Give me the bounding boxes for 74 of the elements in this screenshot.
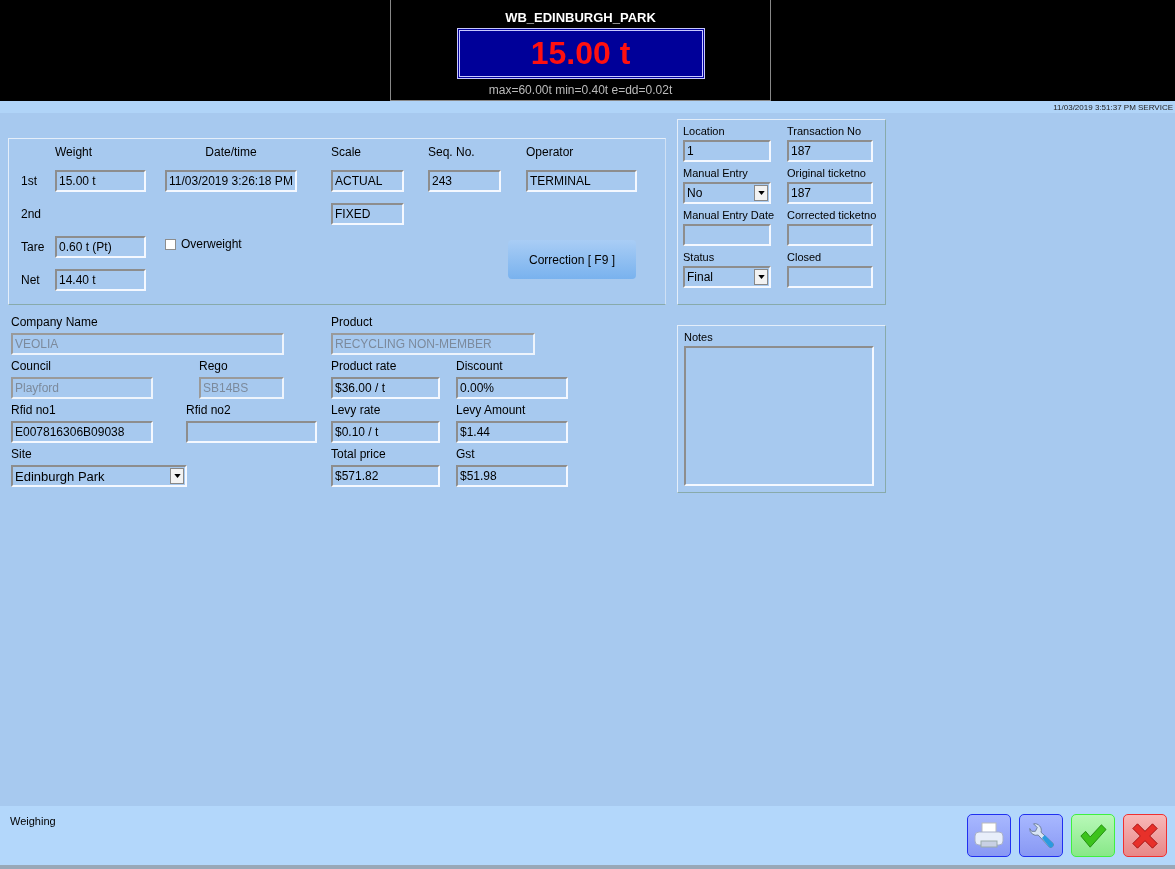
cancel-button[interactable] <box>1123 814 1167 857</box>
field-label: Product <box>331 315 374 329</box>
scale-field[interactable]: ACTUAL <box>331 170 404 192</box>
notes-field[interactable] <box>684 346 874 486</box>
confirm-button[interactable] <box>1071 814 1115 857</box>
datetime-field[interactable]: 11/03/2019 3:26:18 PM <box>165 170 297 192</box>
row-label: 1st <box>20 174 38 188</box>
field-label: Transaction No <box>787 125 863 137</box>
caret-icon <box>757 275 765 279</box>
scale-field[interactable]: FIXED <box>331 203 404 225</box>
print-button[interactable] <box>967 814 1011 857</box>
text-field[interactable] <box>683 224 771 246</box>
field-label: Location <box>683 125 726 137</box>
field-label: Manual Entry <box>683 167 749 179</box>
field-label: Rfid no1 <box>11 403 57 417</box>
text-field[interactable] <box>787 266 873 288</box>
status-text: Weighing <box>10 815 56 827</box>
text-field[interactable] <box>186 421 317 443</box>
row-label: Net <box>20 273 41 287</box>
field-label: Rfid no2 <box>186 403 232 417</box>
field-label: Status <box>683 251 716 263</box>
field-label: Gst <box>456 447 476 461</box>
column-header: Date/time <box>205 145 257 159</box>
column-header: Scale <box>331 145 363 159</box>
printer-icon <box>973 820 1005 851</box>
sequence-field[interactable]: 243 <box>428 170 501 192</box>
field-label: Levy rate <box>331 403 382 417</box>
overweight-checkbox[interactable] <box>165 238 176 250</box>
field-label: Company Name <box>11 315 99 329</box>
column-header: Seq. No. <box>428 145 476 159</box>
text-field[interactable]: $36.00 / t <box>331 377 440 399</box>
operator-field[interactable]: TERMINAL <box>526 170 637 192</box>
field-label: Closed <box>787 251 823 263</box>
dropdown[interactable]: Edinburgh Park <box>11 465 187 487</box>
scale-limits: max=60.00t min=0.40t e=dd=0.02t <box>488 83 673 97</box>
timestamp: 11/03/2019 3:51:37 PM SERVICE <box>1053 102 1173 112</box>
field-label: Discount <box>456 359 504 373</box>
field-label: Original ticketno <box>787 167 867 179</box>
field-label: Levy Amount <box>456 403 527 417</box>
text-field[interactable]: $1.44 <box>456 421 568 443</box>
notes-label: Notes <box>684 331 714 343</box>
text-field[interactable]: $51.98 <box>456 465 568 487</box>
text-field[interactable]: 0.00% <box>456 377 568 399</box>
weight-field[interactable]: 15.00 t <box>55 170 146 192</box>
caret-icon <box>173 474 181 478</box>
dropdown[interactable]: Final <box>683 266 771 288</box>
text-field[interactable]: $0.10 / t <box>331 421 440 443</box>
text-field[interactable]: E007816306B09038 <box>11 421 153 443</box>
field-label: Site <box>11 447 33 461</box>
row-label: 2nd <box>20 207 43 221</box>
weight-readout: 15.00 t <box>456 28 705 79</box>
field-label: Council <box>11 359 53 373</box>
text-field[interactable]: 187 <box>787 140 873 162</box>
correction-button[interactable]: Correction [ F9 ] <box>508 240 636 279</box>
field-label: Rego <box>199 359 229 373</box>
text-field[interactable]: 187 <box>787 182 873 204</box>
field-label: Product rate <box>331 359 398 373</box>
text-field[interactable] <box>787 224 873 246</box>
column-header: Weight <box>55 145 94 159</box>
tare-field[interactable]: 0.60 t (Pt) <box>55 236 146 258</box>
settings-button[interactable] <box>1019 814 1063 857</box>
scale-name: WB_EDINBURGH_PARK <box>505 10 656 25</box>
checkmark-icon <box>1077 821 1109 850</box>
column-header: Operator <box>526 145 575 159</box>
text-field[interactable]: $571.82 <box>331 465 440 487</box>
caret-icon <box>757 191 765 195</box>
text-field[interactable]: 1 <box>683 140 771 162</box>
net-field[interactable]: 14.40 t <box>55 269 146 291</box>
field-label: Total price <box>331 447 387 461</box>
close-icon <box>1130 820 1160 851</box>
wrench-icon <box>1026 820 1056 851</box>
checkbox-label: Overweight <box>181 237 242 251</box>
row-label: Tare <box>20 240 46 254</box>
dropdown[interactable]: No <box>683 182 771 204</box>
